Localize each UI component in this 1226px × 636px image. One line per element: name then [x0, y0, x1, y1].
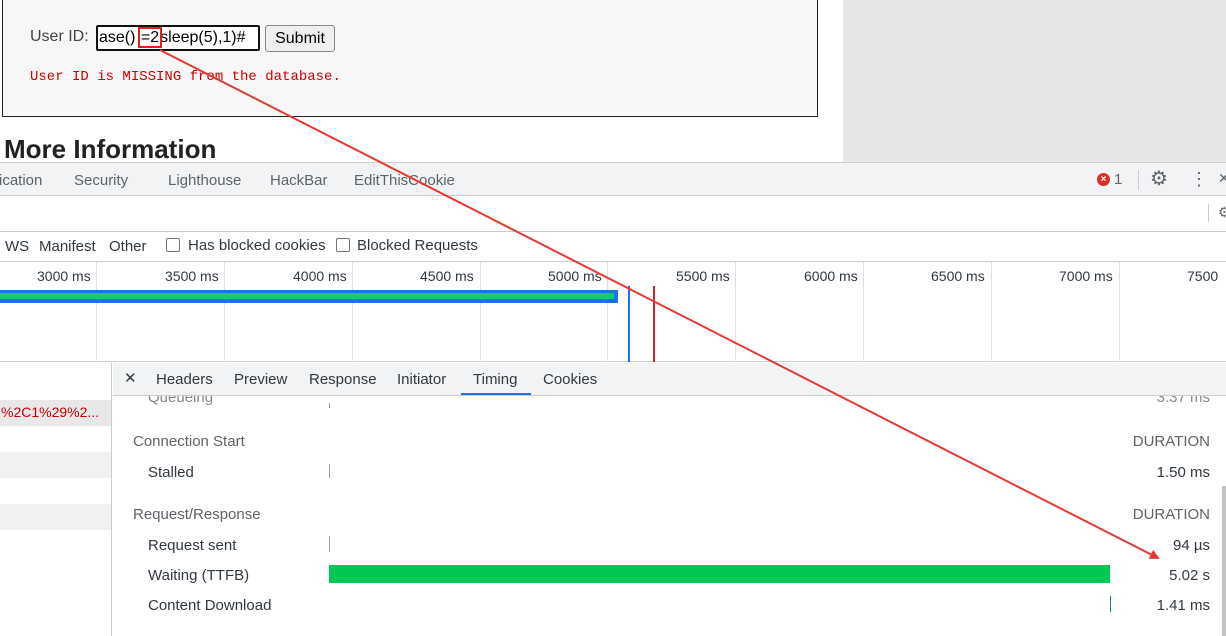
request-list: %2C1%29%2... [0, 363, 112, 636]
tab-timing[interactable]: Timing [473, 371, 517, 388]
grid-line [607, 262, 608, 362]
kebab-menu-icon[interactable]: ⋮ [1190, 169, 1208, 189]
content-download-value: 1.41 ms [1156, 597, 1210, 614]
queueing-tick [329, 403, 330, 408]
grid-line [863, 262, 864, 362]
content-download-tick [1110, 596, 1111, 612]
tick-label: 4000 ms [293, 268, 347, 284]
queueing-value: 3.37 ms [1156, 396, 1210, 406]
tab-security[interactable]: Security [74, 172, 128, 189]
error-message: User ID is MISSING from the database. [30, 69, 341, 85]
duration-header: DURATION [1132, 506, 1210, 523]
filter-ws[interactable]: WS [5, 238, 29, 255]
submit-button[interactable]: Submit [265, 25, 335, 52]
highlighted-value: =2 [137, 27, 163, 48]
userid-value-after: sleep(5),1)# [160, 29, 246, 46]
network-toolbar: ⚙ [0, 196, 1226, 232]
devtools-tab-bar: ication Security Lighthouse HackBar Edit… [0, 162, 1226, 196]
request-sent-value: 94 µs [1173, 537, 1210, 554]
grid-line [96, 262, 97, 362]
tick-label: 6000 ms [804, 268, 858, 284]
tab-initiator[interactable]: Initiator [397, 371, 446, 388]
timing-panel: Queueing 3.37 ms Connection Start DURATI… [113, 396, 1226, 636]
scrollbar[interactable] [1222, 486, 1226, 636]
tab-application[interactable]: ication [0, 172, 42, 189]
request-response-heading: Request/Response [133, 506, 261, 523]
load-marker [653, 286, 655, 362]
tab-cookies[interactable]: Cookies [543, 371, 597, 388]
tab-preview[interactable]: Preview [234, 371, 287, 388]
has-blocked-cookies-label: Has blocked cookies [188, 237, 326, 254]
toolbar-divider [1138, 170, 1139, 190]
tab-hackbar[interactable]: HackBar [270, 172, 328, 189]
userid-input[interactable]: ase() =2sleep(5),1)# [96, 25, 260, 51]
filter-other[interactable]: Other [109, 238, 147, 255]
request-row[interactable] [0, 452, 111, 478]
tab-headers[interactable]: Headers [156, 371, 213, 388]
stalled-label: Stalled [148, 464, 194, 481]
userid-label: User ID: [30, 28, 89, 45]
tick-label: 4500 ms [420, 268, 474, 284]
domcontentloaded-marker [628, 286, 630, 362]
ttfb-value: 5.02 s [1169, 567, 1210, 584]
blocked-requests-label: Blocked Requests [357, 237, 478, 254]
tab-lighthouse[interactable]: Lighthouse [168, 172, 241, 189]
toolbar-divider [1208, 204, 1209, 222]
request-row-selected[interactable]: %2C1%29%2... [0, 400, 111, 426]
tick-label: 7000 ms [1059, 268, 1113, 284]
grid-line [735, 262, 736, 362]
filter-manifest[interactable]: Manifest [39, 238, 96, 255]
queueing-label: Queueing [148, 396, 214, 406]
tick-label: 6500 ms [931, 268, 985, 284]
request-waterfall-ttfb [0, 293, 614, 299]
tick-label: 7500 [1187, 268, 1219, 284]
page-gutter [843, 0, 1226, 162]
duration-header: DURATION [1132, 433, 1210, 450]
tick-label: 3500 ms [165, 268, 219, 284]
request-name: %2C1%29%2... [1, 404, 100, 420]
close-details-icon[interactable]: ✕ [124, 369, 137, 387]
form-panel: User ID: ase() =2sleep(5),1)# Submit Use… [2, 0, 818, 117]
tab-response[interactable]: Response [309, 371, 377, 388]
stalled-value: 1.50 ms [1156, 464, 1210, 481]
request-sent-label: Request sent [148, 537, 237, 554]
more-information-heading: More Information [4, 134, 217, 164]
grid-line [991, 262, 992, 362]
error-count: 1 [1114, 171, 1123, 188]
active-tab-indicator [461, 393, 531, 395]
ttfb-label: Waiting (TTFB) [148, 567, 250, 584]
grid-line [224, 262, 225, 362]
tick-label: 5000 ms [548, 268, 602, 284]
filter-bar: WS Manifest Other Has blocked cookies Bl… [0, 232, 1226, 262]
content-download-label: Content Download [148, 597, 272, 614]
stalled-tick [329, 464, 330, 478]
gear-icon[interactable]: ⚙ [1150, 168, 1168, 190]
timeline-overview[interactable]: 3000 ms 3500 ms 4000 ms 4500 ms 5000 ms … [0, 262, 1226, 362]
has-blocked-cookies-checkbox[interactable] [166, 238, 180, 252]
request-row[interactable] [0, 504, 111, 530]
ttfb-bar [329, 565, 1110, 583]
request-sent-tick [329, 536, 330, 552]
network-settings-gear-icon[interactable]: ⚙ [1218, 204, 1226, 221]
error-circle-icon: × [1097, 173, 1110, 186]
grid-line [352, 262, 353, 362]
web-page: User ID: ase() =2sleep(5),1)# Submit Use… [0, 0, 1226, 164]
grid-line [1119, 262, 1120, 362]
tab-editthiscookie[interactable]: EditThisCookie [354, 172, 455, 189]
close-icon[interactable]: ✕ [1218, 170, 1226, 187]
screenshot-root: User ID: ase() =2sleep(5),1)# Submit Use… [0, 0, 1226, 636]
grid-line [480, 262, 481, 362]
tick-label: 5500 ms [676, 268, 730, 284]
tick-label: 3000 ms [37, 268, 91, 284]
connection-start-heading: Connection Start [133, 433, 245, 450]
blocked-requests-checkbox[interactable] [336, 238, 350, 252]
userid-value-before: ase() [99, 29, 140, 46]
error-counter[interactable]: × 1 [1097, 171, 1122, 188]
detail-tab-bar: ✕ Headers Preview Response Initiator Tim… [113, 363, 1226, 396]
